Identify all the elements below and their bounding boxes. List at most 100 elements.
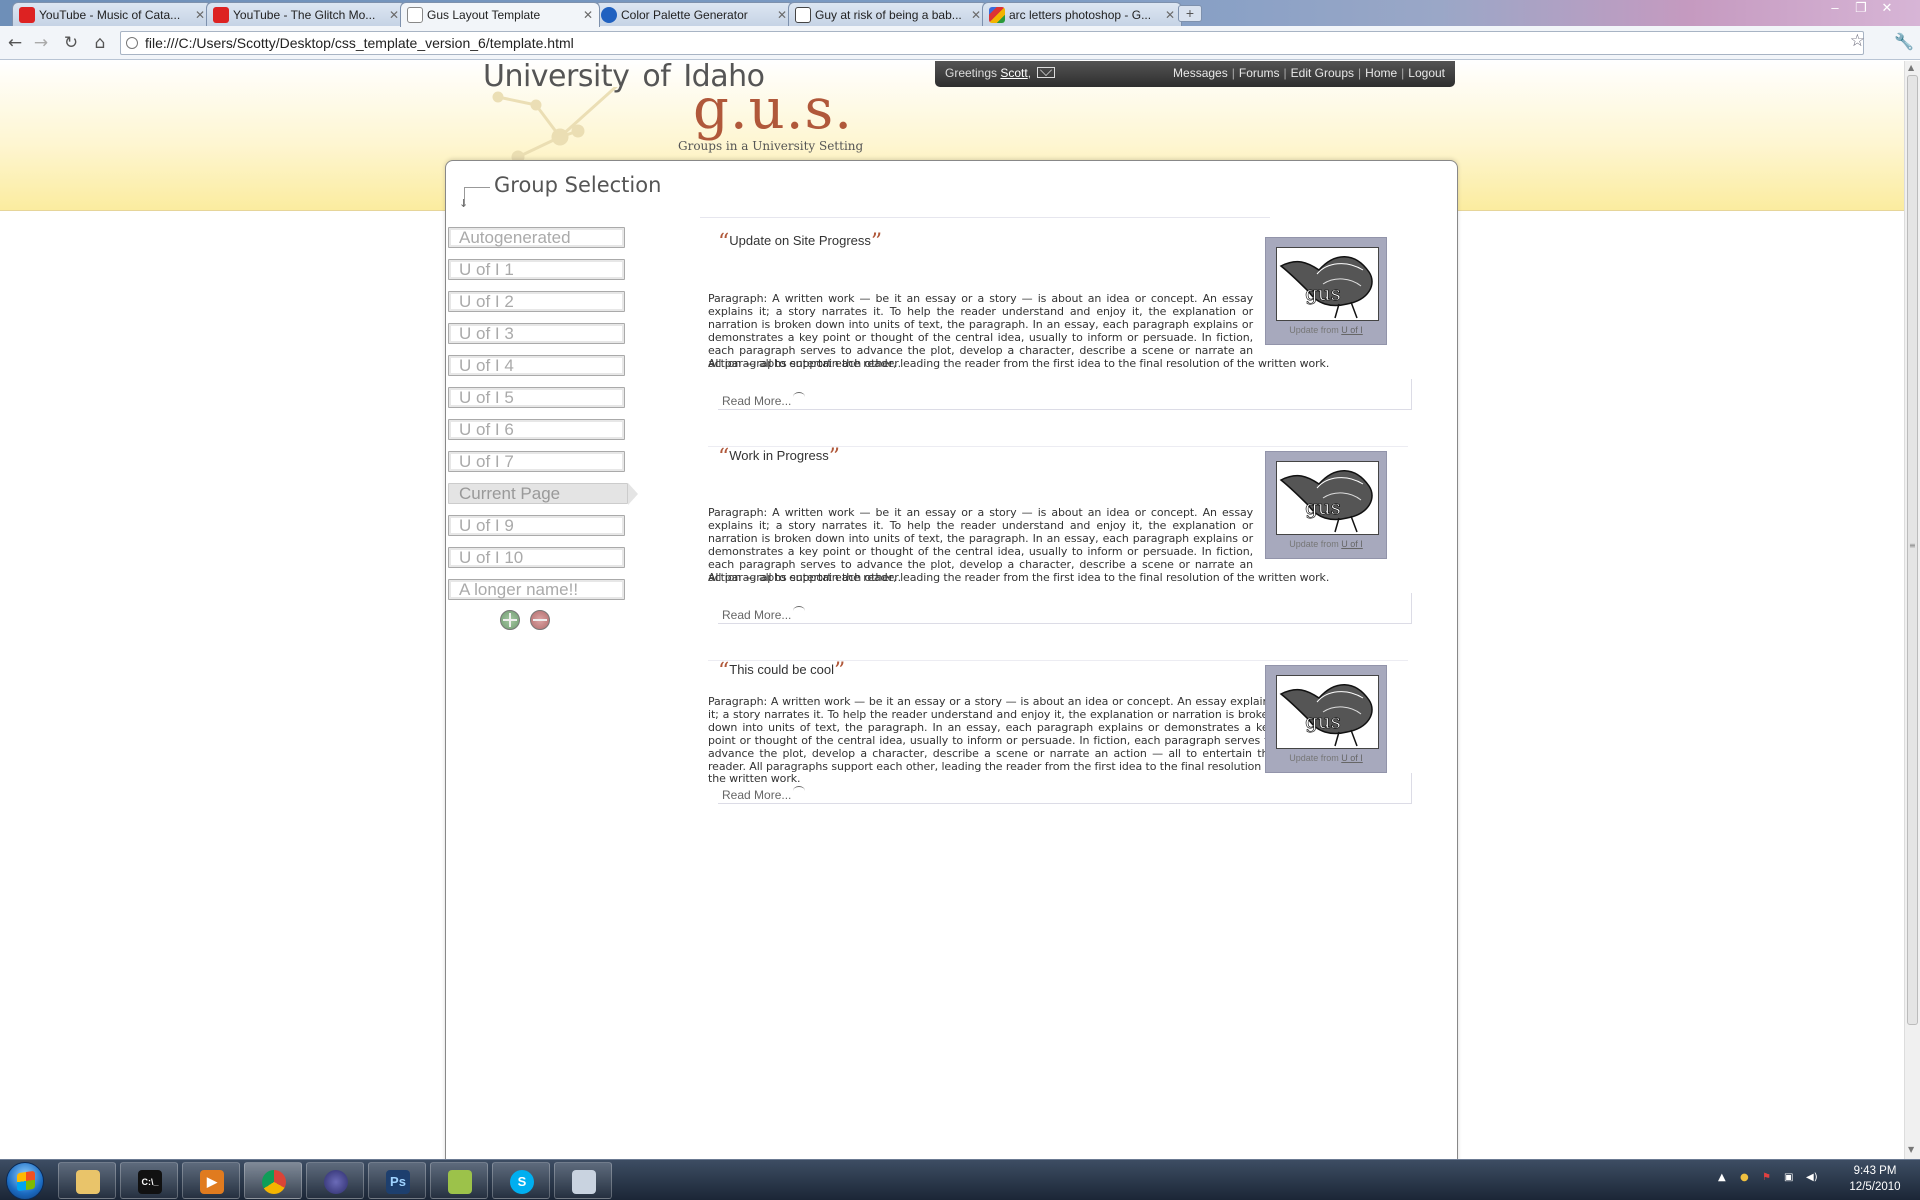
- tab-close-icon[interactable]: ✕: [777, 8, 787, 22]
- post-divider: [708, 446, 1408, 447]
- nav-edit-groups[interactable]: Edit Groups: [1291, 66, 1354, 80]
- caption-prefix: Update from: [1289, 325, 1339, 335]
- notepad-icon: [448, 1170, 472, 1194]
- nav-messages[interactable]: Messages: [1173, 66, 1228, 80]
- group-item-u-of-i-5[interactable]: U of I 5: [448, 387, 625, 408]
- taskbar-skype[interactable]: S: [492, 1162, 550, 1199]
- reload-icon[interactable]: ↻: [60, 32, 82, 54]
- caption-link[interactable]: U of I: [1341, 753, 1363, 763]
- tab-color-palette[interactable]: Color Palette Generator ✕: [594, 2, 794, 26]
- page-info-icon: [126, 37, 138, 49]
- taskbar-clock[interactable]: 9:43 PM 12/5/2010: [1836, 1163, 1914, 1195]
- vertical-scrollbar[interactable]: ▲ ≡ ▼: [1904, 61, 1920, 1159]
- group-item-a-longer-name[interactable]: A longer name!!: [448, 579, 625, 600]
- taskbar-media-player[interactable]: ▶: [182, 1162, 240, 1199]
- read-more-underline: [718, 379, 1412, 410]
- read-more-link[interactable]: Read More...: [722, 786, 806, 802]
- arc-arrow-icon: [793, 606, 806, 616]
- group-item-current-page[interactable]: Current Page: [448, 483, 638, 505]
- group-item-u-of-i-7[interactable]: U of I 7: [448, 451, 625, 472]
- taskbar-chrome[interactable]: [244, 1162, 302, 1199]
- group-item-u-of-i-2[interactable]: U of I 2: [448, 291, 625, 312]
- restore-icon[interactable]: ❐: [1848, 0, 1874, 18]
- tab-google-search[interactable]: arc letters photoshop - G... ✕: [982, 2, 1182, 26]
- taskbar-explorer[interactable]: [58, 1162, 116, 1199]
- tray-expand-icon[interactable]: ▲: [1718, 1172, 1726, 1183]
- post-image-frame[interactable]: gus Update from U of I: [1265, 665, 1387, 773]
- taskbar-photoshop[interactable]: Ps: [368, 1162, 426, 1199]
- new-tab-button[interactable]: +: [1178, 5, 1202, 22]
- home-icon[interactable]: ⌂: [89, 32, 111, 54]
- group-item-u-of-i-3[interactable]: U of I 3: [448, 323, 625, 344]
- group-item-autogenerated[interactable]: Autogenerated: [448, 227, 625, 248]
- post-title[interactable]: “Update on Site Progress”: [718, 232, 882, 254]
- mail-icon[interactable]: [1037, 67, 1056, 78]
- plus-icon-v: [509, 613, 511, 627]
- tray-app-icon[interactable]: ●: [1740, 1172, 1749, 1183]
- tab-close-icon[interactable]: ✕: [971, 8, 981, 22]
- scroll-down-icon[interactable]: ▼: [1908, 1145, 1914, 1154]
- clock-time: 9:43 PM: [1853, 1165, 1897, 1177]
- tab-title: YouTube - The Glitch Mo...: [233, 7, 376, 22]
- tab-title: arc letters photoshop - G...: [1009, 7, 1152, 22]
- down-arrow-icon: ↓: [459, 197, 469, 210]
- add-group-button[interactable]: [500, 610, 520, 630]
- minimize-icon[interactable]: –: [1822, 0, 1848, 18]
- close-quote-icon: ”: [870, 230, 883, 255]
- post-title-text: Update on Site Progress: [729, 233, 871, 248]
- post-body-tail: All paragraphs support each other, leadi…: [708, 357, 1330, 370]
- back-icon[interactable]: ←: [4, 32, 26, 54]
- goose-image: gus: [1276, 675, 1379, 749]
- tab-reddit[interactable]: Guy at risk of being a bab... ✕: [788, 2, 988, 26]
- post-image-frame[interactable]: gus Update from U of I: [1265, 451, 1387, 559]
- read-more-text: Read More...: [722, 394, 792, 408]
- tab-close-icon[interactable]: ✕: [389, 8, 399, 22]
- cmd-icon: C:\_: [138, 1170, 162, 1194]
- group-item-u-of-i-1[interactable]: U of I 1: [448, 259, 625, 280]
- post-image-frame[interactable]: gus Update from U of I: [1265, 237, 1387, 345]
- taskbar-paint[interactable]: [554, 1162, 612, 1199]
- greeting-text: Greetings: [945, 66, 998, 80]
- windows-logo-icon: [17, 1170, 35, 1192]
- remove-group-button[interactable]: [530, 610, 550, 630]
- tab-gus-layout[interactable]: Gus Layout Template ✕: [400, 2, 600, 27]
- close-window-icon[interactable]: ✕: [1874, 0, 1900, 18]
- nav-home[interactable]: Home: [1365, 66, 1397, 80]
- tab-youtube-music[interactable]: YouTube - Music of Cata... ✕: [12, 2, 212, 26]
- wrench-icon[interactable]: 🔧: [1894, 32, 1914, 51]
- action-center-flag-icon[interactable]: ⚑: [1762, 1172, 1771, 1183]
- group-item-u-of-i-10[interactable]: U of I 10: [448, 547, 625, 568]
- start-button[interactable]: [6, 1162, 44, 1200]
- network-icon[interactable]: ▣: [1784, 1172, 1793, 1183]
- post-title[interactable]: “Work in Progress”: [718, 447, 840, 469]
- youtube-icon: [19, 6, 35, 23]
- tab-close-icon[interactable]: ✕: [583, 8, 593, 22]
- forward-icon[interactable]: →: [30, 32, 52, 54]
- tab-youtube-glitch[interactable]: YouTube - The Glitch Mo... ✕: [206, 2, 406, 26]
- taskbar-notepad[interactable]: [430, 1162, 488, 1199]
- bookmark-star-icon[interactable]: ☆: [1850, 31, 1865, 51]
- caption-link[interactable]: U of I: [1341, 539, 1363, 549]
- nav-forums[interactable]: Forums: [1239, 66, 1280, 80]
- group-item-u-of-i-6[interactable]: U of I 6: [448, 419, 625, 440]
- post-title[interactable]: “This could be cool”: [718, 661, 845, 683]
- gus-logo[interactable]: g.u.s.: [693, 77, 853, 142]
- group-item-u-of-i-4[interactable]: U of I 4: [448, 355, 625, 376]
- tab-close-icon[interactable]: ✕: [1165, 8, 1175, 22]
- tab-title: Guy at risk of being a bab...: [815, 7, 962, 22]
- tab-close-icon[interactable]: ✕: [195, 8, 205, 22]
- scrollbar-thumb[interactable]: [1907, 75, 1918, 1025]
- read-more-link[interactable]: Read More...: [722, 392, 806, 408]
- taskbar-cmd[interactable]: C:\_: [120, 1162, 178, 1199]
- username-link[interactable]: Scott: [1000, 66, 1027, 80]
- address-bar[interactable]: file:///C:/Users/Scotty/Desktop/css_temp…: [120, 31, 1865, 55]
- nav-logout[interactable]: Logout: [1408, 66, 1445, 80]
- scroll-up-icon[interactable]: ▲: [1908, 63, 1914, 72]
- page-icon: [407, 7, 423, 23]
- volume-icon[interactable]: ◀): [1806, 1172, 1818, 1183]
- nav-separator: |: [1358, 66, 1362, 80]
- caption-link[interactable]: U of I: [1341, 325, 1363, 335]
- taskbar-eclipse[interactable]: [306, 1162, 364, 1199]
- read-more-link[interactable]: Read More...: [722, 606, 806, 622]
- group-item-u-of-i-9[interactable]: U of I 9: [448, 515, 625, 536]
